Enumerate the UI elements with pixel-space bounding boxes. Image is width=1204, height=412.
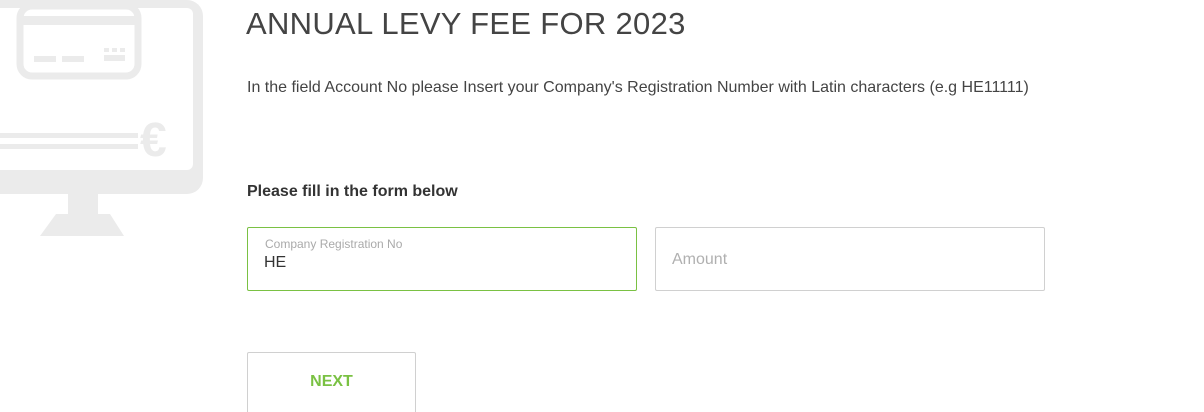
- company-registration-field[interactable]: Company Registration No: [247, 227, 637, 291]
- computer-payment-euro-icon: €: [0, 0, 203, 236]
- next-button[interactable]: NEXT: [247, 352, 416, 412]
- euro-symbol: €: [140, 114, 167, 167]
- instructions-text: In the field Account No please Insert yo…: [247, 79, 1029, 96]
- company-registration-label: Company Registration No: [265, 237, 403, 251]
- payment-page: € ANNUAL LEVY FEE FOR 2023 In the field …: [0, 0, 1204, 412]
- company-registration-input[interactable]: [264, 252, 614, 274]
- form-heading: Please fill in the form below: [247, 183, 458, 200]
- amount-field[interactable]: [655, 227, 1045, 291]
- page-title: ANNUAL LEVY FEE FOR 2023: [246, 6, 686, 41]
- amount-input[interactable]: [672, 249, 1022, 271]
